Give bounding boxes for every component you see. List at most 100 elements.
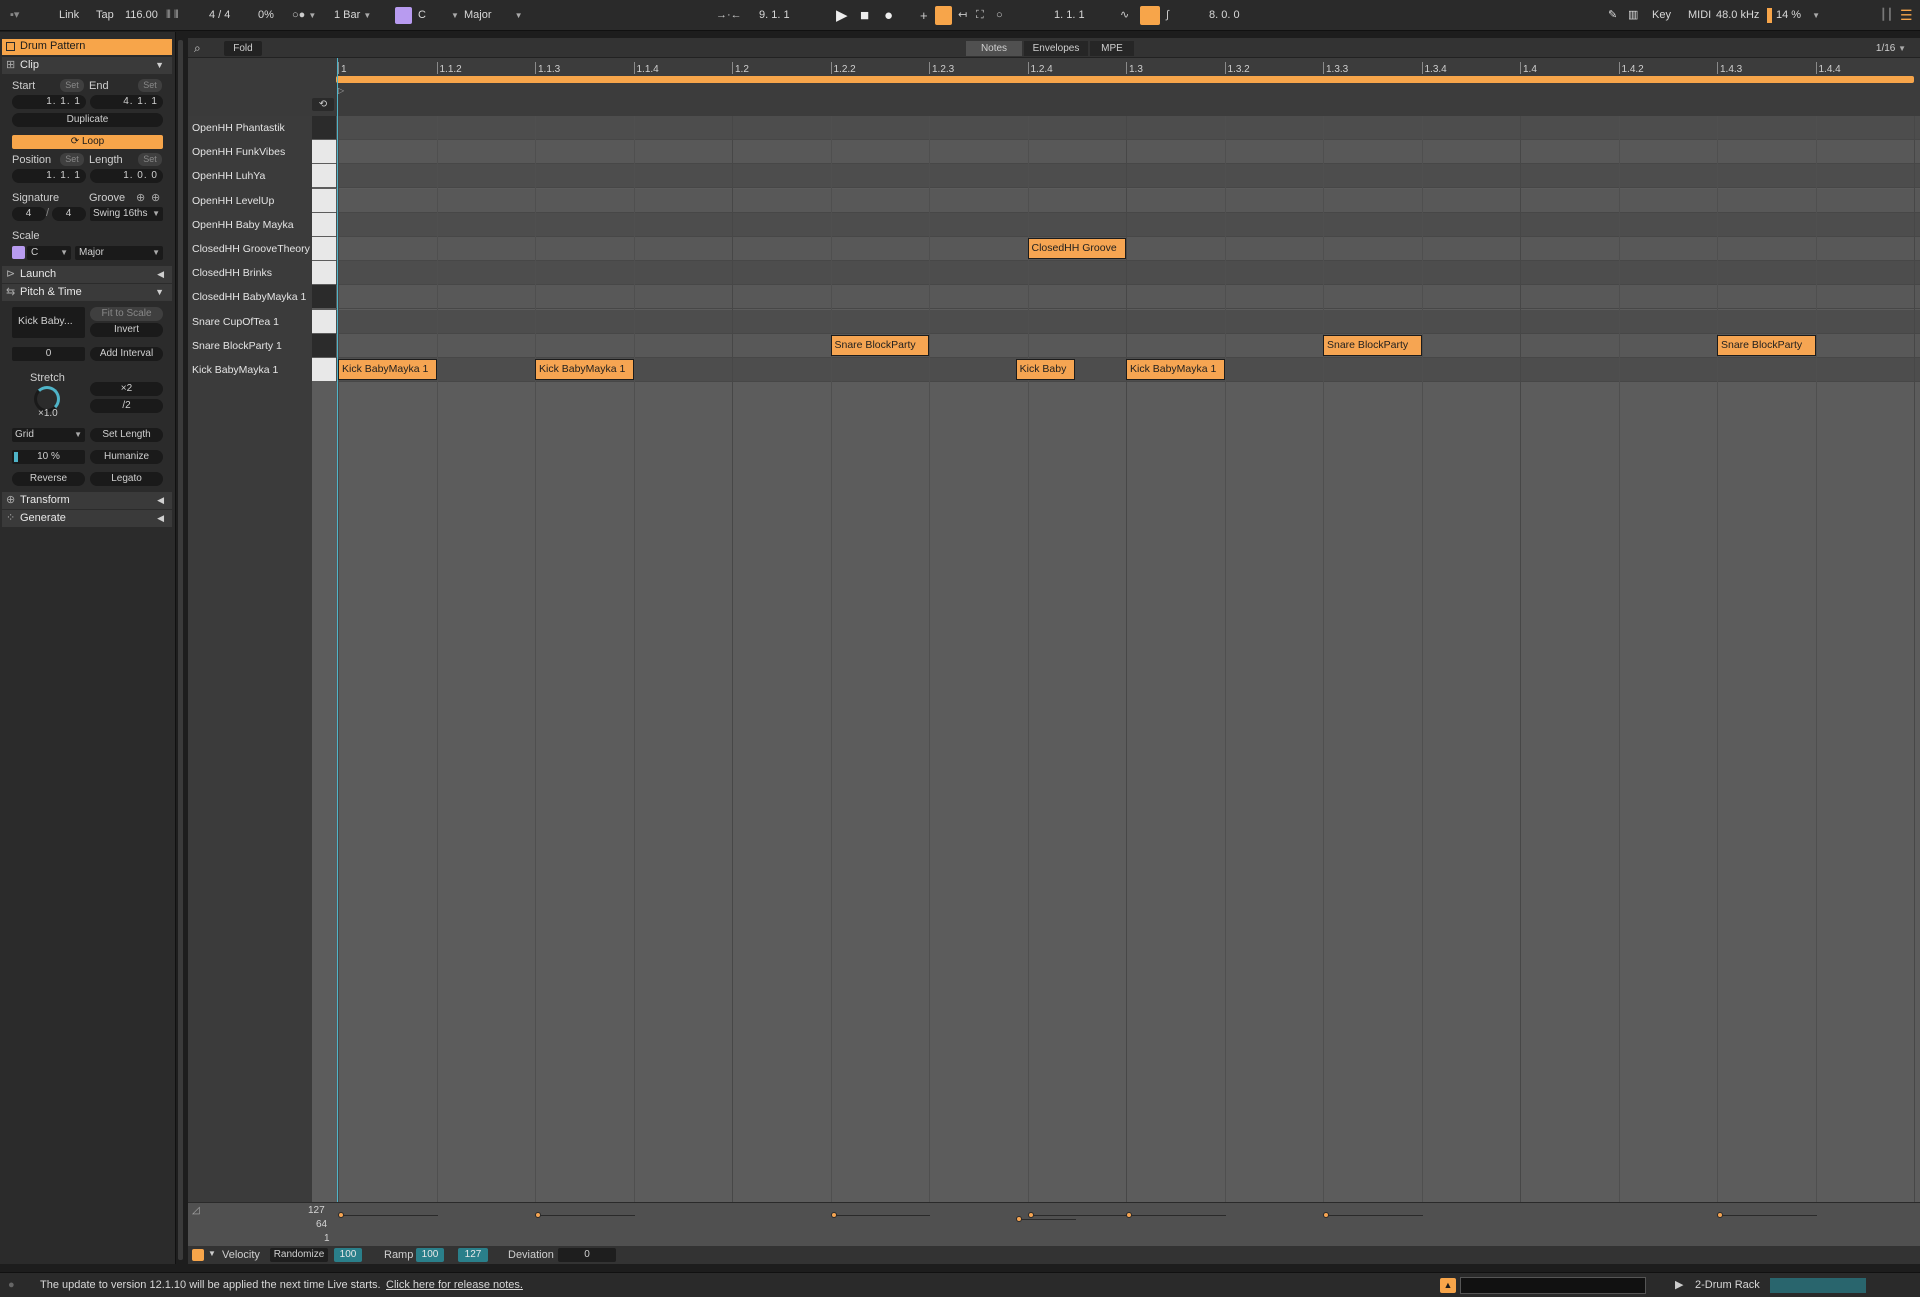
collapse-icon[interactable]: ▼ (155, 284, 164, 301)
lane-name[interactable]: ClosedHH GrooveTheory (192, 237, 312, 261)
tab-notes[interactable]: Notes (966, 41, 1022, 56)
clip-name-header[interactable]: Drum Pattern (2, 39, 172, 55)
lane-name[interactable]: ClosedHH BabyMayka 1 (192, 285, 312, 309)
ramp-end-value[interactable]: 127 (458, 1248, 488, 1262)
section-transform[interactable]: ⊕ Transform ◀ (2, 492, 172, 509)
midi-note[interactable]: Kick BabyMayka 1 (338, 359, 437, 380)
capture-icon[interactable]: ⛶ (976, 0, 984, 31)
back-to-arrangement-icon[interactable]: ↤ (958, 0, 967, 31)
expand-icon[interactable]: ◀ (157, 510, 164, 527)
lane-name[interactable]: OpenHH Phantastik (192, 116, 312, 140)
end-field[interactable]: 4. 1. 1 (90, 95, 163, 109)
device-overview[interactable] (1770, 1278, 1866, 1293)
note-lane-row[interactable] (336, 212, 1920, 237)
half-length-button[interactable]: /2 (90, 399, 163, 413)
track-expand-icon[interactable]: ▶ (1675, 1273, 1683, 1297)
add-interval-button[interactable]: Add Interval (90, 347, 163, 361)
piano-key[interactable] (312, 140, 336, 164)
interval-field[interactable]: 0 (12, 347, 85, 361)
key-select[interactable]: C ▼ (414, 6, 459, 25)
tempo-field[interactable]: 116.00 (121, 6, 162, 25)
piano-key[interactable] (312, 116, 336, 139)
arrangement-position-field[interactable]: 9. 1. 1 (755, 6, 815, 25)
lane-name[interactable]: OpenHH LevelUp (192, 189, 312, 213)
length-field[interactable]: 1. 0. 0 (90, 169, 163, 183)
piano-key[interactable] (312, 261, 336, 285)
note-lane-row[interactable] (336, 285, 1920, 310)
grid-resolution-select[interactable]: 1/16 ▼ (1868, 41, 1914, 56)
piano-key[interactable] (312, 309, 336, 333)
end-set-button[interactable]: Set (138, 79, 162, 92)
lane-name[interactable]: OpenHH Baby Mayka (192, 213, 312, 237)
note-lane-row[interactable] (336, 261, 1920, 286)
warning-icon[interactable]: ▲ (1440, 1278, 1456, 1293)
fold-button[interactable]: Fold (224, 41, 262, 56)
position-field[interactable]: 1. 1. 1 (12, 169, 86, 183)
punch-out-icon[interactable]: ∫ (1166, 0, 1169, 31)
timeline-ruler[interactable]: 1 1.1.2 1.1.3 1.1.4 1.2 1.2.2 1.2.3 1.2.4 1.3 1.3… (336, 58, 1920, 116)
double-length-button[interactable]: ×2 (90, 382, 163, 396)
velocity-handle[interactable] (830, 1212, 837, 1219)
piano-key[interactable] (312, 164, 336, 188)
midi-note[interactable]: Snare BlockParty (830, 334, 929, 356)
humanize-button[interactable]: Humanize (90, 450, 163, 464)
metronome-icon[interactable]: ○● ▼ (292, 0, 316, 31)
scale-select[interactable]: Major ▼ (460, 6, 530, 25)
midi-note[interactable]: Snare BlockParty (1323, 334, 1422, 356)
tab-mpe[interactable]: MPE (1090, 41, 1134, 56)
session-record-icon[interactable]: ○ (996, 0, 1003, 31)
duplicate-button[interactable]: Duplicate (12, 113, 163, 127)
ramp-start-value[interactable]: 100 (416, 1248, 444, 1262)
automation-arm-icon[interactable] (935, 6, 952, 25)
scale-root-select[interactable]: C ▼ (27, 246, 71, 260)
record-icon[interactable]: ● (884, 0, 893, 31)
section-launch[interactable]: ⊳ Launch ◀ (2, 266, 172, 283)
section-clip[interactable]: ⊞ Clip ▼ (2, 57, 172, 74)
clip-start-marker-icon[interactable]: ▷ (338, 86, 344, 95)
set-length-button[interactable]: Set Length (90, 428, 163, 442)
groove-hot-swap-icon[interactable]: ⊕ (136, 191, 145, 204)
swing-field[interactable]: 0% (254, 6, 278, 25)
note-lane-row[interactable] (336, 188, 1920, 213)
expand-icon[interactable]: ◀ (157, 266, 164, 283)
release-notes-link[interactable]: Click here for release notes. (386, 1273, 523, 1297)
piano-key[interactable] (312, 188, 336, 212)
collapse-icon[interactable]: ▼ (155, 57, 164, 74)
lane-name[interactable]: OpenHH FunkVibes (192, 140, 312, 164)
start-set-button[interactable]: Set (60, 79, 84, 92)
loop-toggle-icon[interactable] (1140, 6, 1160, 25)
loop-button[interactable]: ⟳ Loop (12, 135, 163, 149)
draw-mode-icon[interactable]: ✎ (1608, 0, 1617, 31)
tap-button[interactable]: Tap (92, 6, 118, 25)
midi-note[interactable]: Kick Baby (1015, 359, 1075, 380)
link-button[interactable]: Link (55, 6, 83, 25)
midi-map-button[interactable]: MIDI (1684, 6, 1715, 25)
signature-denominator[interactable]: 4 (52, 207, 86, 221)
grid-mode-select[interactable]: Grid ▼ (12, 428, 85, 442)
scale-mode-select[interactable]: Major ▼ (75, 246, 163, 260)
key-map-button[interactable]: Key (1648, 6, 1675, 25)
tab-envelopes[interactable]: Envelopes (1024, 41, 1088, 56)
legato-button[interactable]: Legato (90, 472, 163, 486)
velocity-handle[interactable] (1027, 1212, 1034, 1219)
groove-select[interactable]: Swing 16ths ▼ (90, 207, 163, 221)
scale-toggle-icon[interactable] (12, 246, 25, 259)
view-toggle-icon[interactable]: ▪▾ (10, 0, 19, 31)
panel-scrollbar[interactable] (178, 40, 183, 1260)
randomize-button[interactable]: Randomize (270, 1248, 328, 1262)
velocity-handle[interactable] (1015, 1215, 1022, 1222)
clip-color-icon[interactable] (6, 42, 15, 51)
section-generate[interactable]: ⁘ Generate ◀ (2, 510, 172, 527)
fit-to-scale-button[interactable]: Fit to Scale (90, 307, 163, 321)
length-set-button[interactable]: Set (138, 153, 162, 166)
midi-note[interactable]: Kick BabyMayka 1 (1126, 359, 1225, 380)
lane-name[interactable]: Kick BabyMayka 1 (192, 358, 312, 382)
note-lane-row[interactable] (336, 164, 1920, 189)
lane-name[interactable]: ClosedHH Brinks (192, 261, 312, 285)
menu-icon[interactable]: ☰ (1900, 0, 1913, 31)
loop-length-field[interactable]: 8. 0. 0 (1205, 6, 1270, 25)
clip-overview[interactable] (1460, 1277, 1646, 1294)
quantize-select[interactable]: 1 Bar ▼ (330, 6, 375, 25)
note-lane-row[interactable] (336, 309, 1920, 334)
loop-brace[interactable] (336, 76, 1914, 83)
